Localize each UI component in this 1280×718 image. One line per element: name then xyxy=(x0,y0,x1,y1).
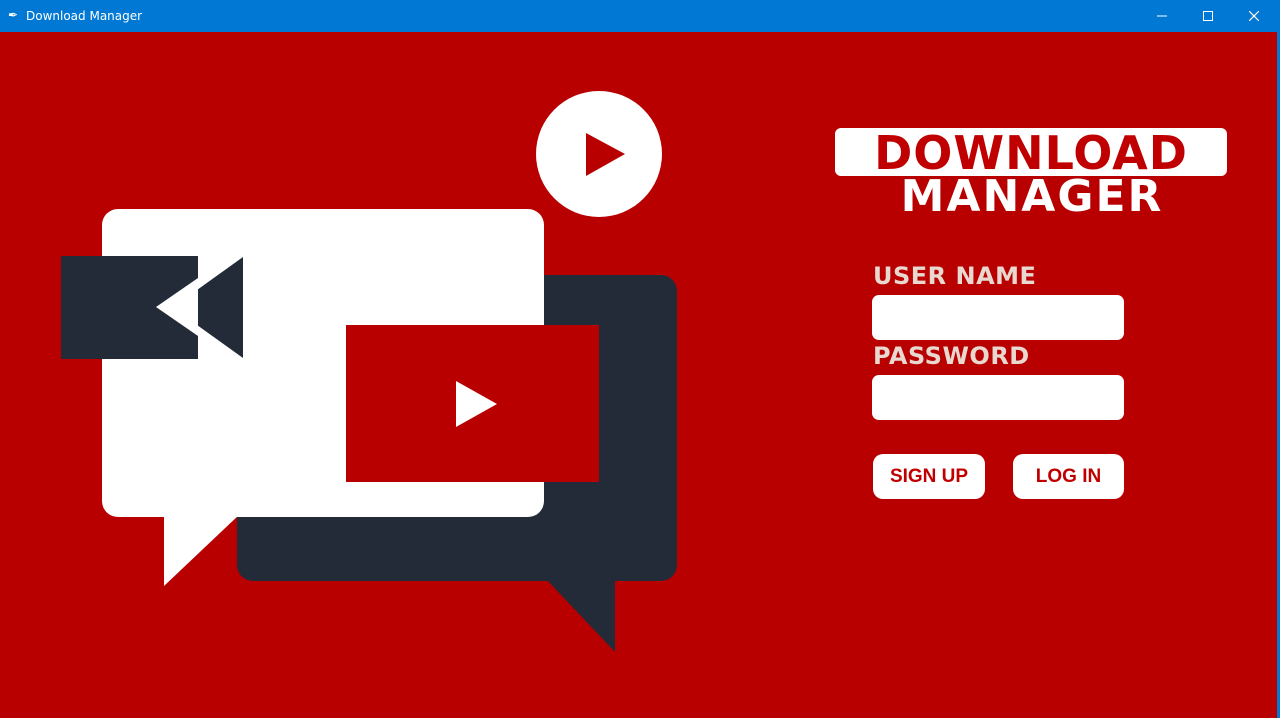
video-chat-illustration xyxy=(61,91,677,652)
app-logo: DOWNLOAD MANAGER xyxy=(835,128,1229,220)
video-player-icon xyxy=(346,325,599,482)
minimize-button[interactable] xyxy=(1139,0,1185,32)
window-title: Download Manager xyxy=(26,9,143,23)
logo-line-2: MANAGER xyxy=(900,171,1164,222)
feather-icon: ✒ xyxy=(8,8,19,22)
app-window: ✒ Download Manager DOWNLOAD MANAGER USER… xyxy=(0,0,1280,718)
username-label: USER NAME xyxy=(873,262,1037,290)
maximize-icon xyxy=(1203,11,1213,21)
play-circle-icon xyxy=(536,91,662,217)
password-label: PASSWORD xyxy=(873,342,1030,370)
close-icon xyxy=(1249,11,1259,21)
password-input[interactable] xyxy=(872,375,1124,420)
log-in-button[interactable]: LOG IN xyxy=(1013,454,1124,499)
logo-line-1: DOWNLOAD xyxy=(835,128,1227,178)
close-button[interactable] xyxy=(1231,0,1277,32)
sign-up-button[interactable]: SIGN UP xyxy=(873,454,985,499)
minimize-icon xyxy=(1157,15,1167,17)
username-input[interactable] xyxy=(872,295,1124,340)
maximize-button[interactable] xyxy=(1185,0,1231,32)
title-bar[interactable]: ✒ Download Manager xyxy=(0,0,1280,32)
